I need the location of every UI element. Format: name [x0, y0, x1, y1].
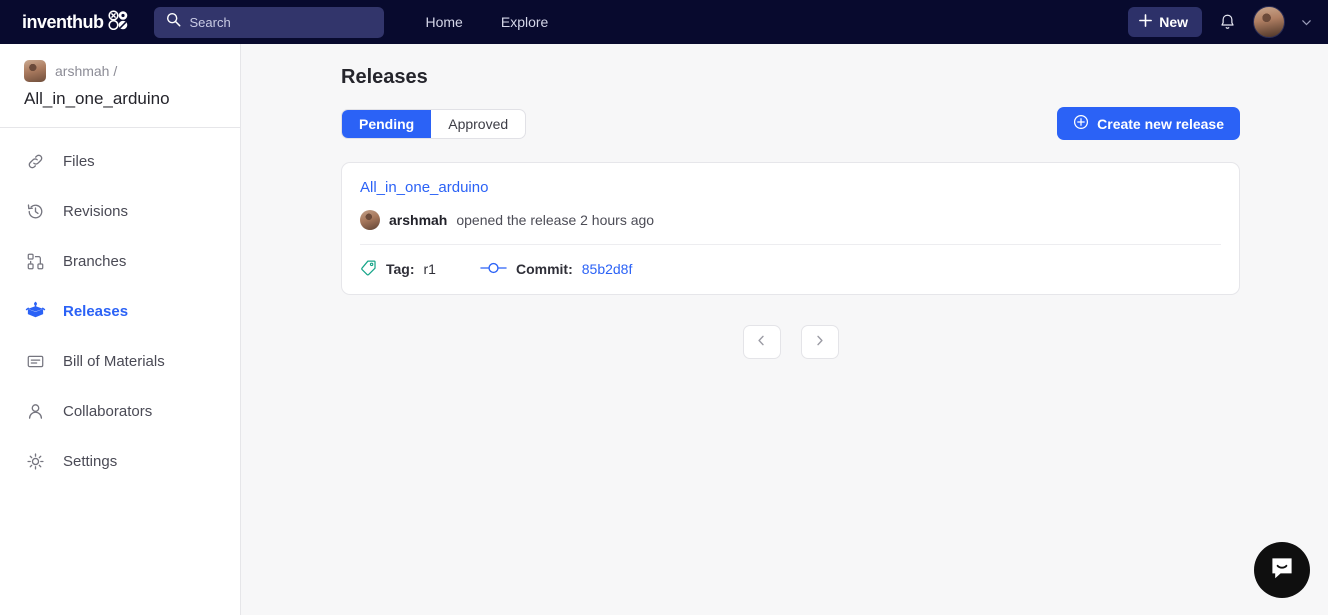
- tab-approved[interactable]: Approved: [431, 110, 525, 138]
- sidebar-item-branches[interactable]: Branches: [0, 236, 240, 286]
- search-placeholder: Search: [189, 14, 231, 30]
- search-input[interactable]: Search: [153, 6, 384, 38]
- repository-header: arshmah / All_in_one_arduino: [0, 44, 240, 128]
- sidebar-item-bill-of-materials[interactable]: Bill of Materials: [0, 336, 240, 386]
- create-new-release-button[interactable]: Create new release: [1057, 107, 1240, 140]
- plus-icon: [1138, 13, 1153, 31]
- tag-value: r1: [423, 261, 436, 277]
- chevron-left-icon: [755, 334, 768, 350]
- sidebar-nav: Files Revisions Branches Releases Bill o…: [0, 128, 240, 486]
- new-button-label: New: [1159, 14, 1188, 30]
- intercom-chat-icon: [1268, 554, 1296, 587]
- sidebar-item-label: Branches: [63, 252, 127, 270]
- history-icon: [24, 200, 46, 222]
- sidebar-item-settings[interactable]: Settings: [0, 436, 240, 486]
- release-status-tabs: Pending Approved: [341, 108, 527, 139]
- release-meta: arshmah opened the release 2 hours ago: [360, 210, 1221, 230]
- avatar[interactable]: [1253, 6, 1285, 38]
- owner-avatar: [24, 60, 46, 82]
- sidebar-item-label: Releases: [63, 302, 129, 320]
- pagination: [341, 325, 1240, 359]
- gear-icon: [24, 450, 46, 472]
- create-new-release-label: Create new release: [1097, 115, 1224, 132]
- sidebar-item-label: Files: [63, 152, 95, 170]
- package-icon: [24, 300, 46, 322]
- user-icon: [24, 400, 46, 422]
- release-action-text: opened the release 2 hours ago: [456, 212, 655, 228]
- header-actions: New: [1128, 6, 1312, 38]
- sidebar: arshmah / All_in_one_arduino Files Revis…: [0, 44, 241, 615]
- bell-icon[interactable]: [1218, 13, 1237, 32]
- plus-circle-icon: [1073, 114, 1089, 133]
- sidebar-item-releases[interactable]: Releases: [0, 286, 240, 336]
- tab-pending[interactable]: Pending: [342, 109, 432, 138]
- sidebar-item-files[interactable]: Files: [0, 136, 240, 186]
- commit-label: Commit:: [515, 261, 573, 277]
- branch-icon: [24, 250, 46, 272]
- pagination-next-button[interactable]: [800, 325, 839, 359]
- release-author-label: arshmah: [389, 212, 448, 228]
- nav-link-home[interactable]: Home: [426, 14, 463, 30]
- commit-hash-link[interactable]: 85b2d8f: [582, 261, 633, 277]
- search-icon: [166, 12, 181, 32]
- release-commit-field: Commit: 85b2d8f: [480, 261, 632, 278]
- chevron-down-icon[interactable]: [1301, 17, 1312, 28]
- release-details: Tag: r1 Commit: 85b2d8f: [342, 245, 1239, 294]
- releases-toolbar: Pending Approved Create new release: [341, 107, 1240, 140]
- tag-label: Tag:: [386, 261, 415, 277]
- sidebar-item-label: Settings: [63, 452, 118, 470]
- repo-name: All_in_one_arduino: [24, 89, 170, 108]
- new-button[interactable]: New: [1128, 7, 1202, 37]
- release-author-name: arshmah: [389, 212, 447, 228]
- release-tag-field: Tag: r1: [360, 259, 436, 279]
- sidebar-item-collaborators[interactable]: Collaborators: [0, 386, 240, 436]
- primary-nav: Home Explore: [426, 14, 549, 30]
- link-icon: [24, 150, 46, 172]
- release-author-avatar: [360, 210, 380, 230]
- chevron-right-icon: [813, 334, 826, 350]
- logo-text: inventhub: [22, 11, 104, 32]
- top-navigation-bar: inventhub Search Home Explore New: [0, 0, 1328, 44]
- document-list-icon: [24, 350, 46, 372]
- tag-icon: [360, 259, 377, 279]
- release-card: All_in_one_arduino arshmah opened the re…: [341, 162, 1240, 295]
- main-content: Releases Pending Approved Create new rel…: [241, 44, 1328, 615]
- pagination-prev-button[interactable]: [742, 325, 781, 359]
- repo-owner: arshmah /: [55, 63, 118, 79]
- chat-widget-button[interactable]: [1254, 542, 1310, 598]
- app-logo[interactable]: inventhub: [22, 0, 128, 44]
- page-title: Releases: [341, 66, 428, 88]
- commit-icon: [480, 261, 507, 278]
- sidebar-item-label: Bill of Materials: [63, 352, 165, 370]
- sidebar-item-label: Collaborators: [63, 402, 153, 420]
- sidebar-item-label: Revisions: [63, 202, 129, 220]
- release-title-link[interactable]: All_in_one_arduino: [360, 179, 488, 196]
- sidebar-item-revisions[interactable]: Revisions: [0, 186, 240, 236]
- nav-link-explore[interactable]: Explore: [501, 14, 548, 30]
- inventhub-grid-logo-icon: [107, 9, 128, 35]
